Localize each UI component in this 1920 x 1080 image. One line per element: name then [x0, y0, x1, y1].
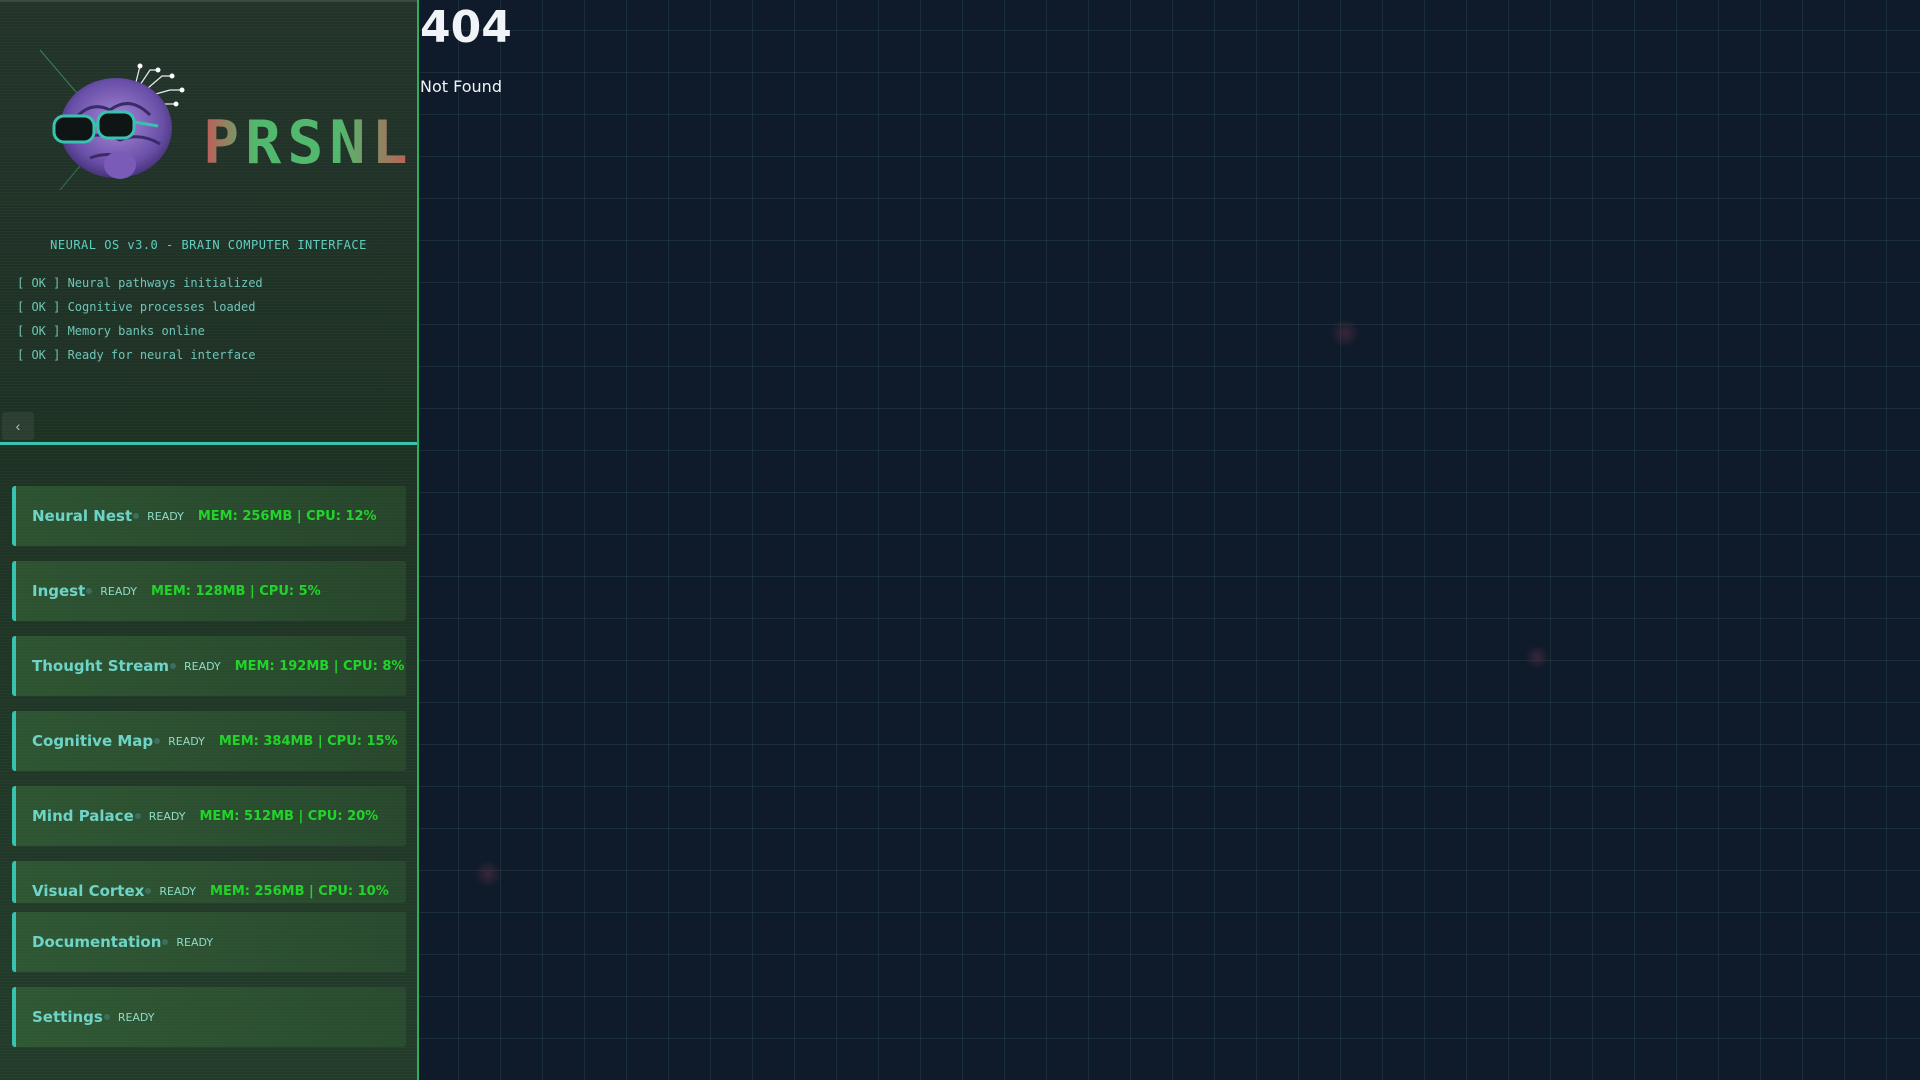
sidebar: PRSNL NEURAL OS v3.0 - BRAIN COMPUTER IN… — [0, 0, 419, 1080]
logo-text: PRSNL — [203, 108, 414, 178]
boot-log-line: [ OK ] Cognitive processes loaded — [17, 300, 256, 314]
status-dot-icon — [103, 1014, 110, 1020]
status-text: READY — [100, 584, 137, 598]
status-dot-icon — [162, 939, 169, 945]
status-dot-icon — [86, 588, 93, 594]
status-dot-icon — [145, 888, 152, 894]
status-text: READY — [159, 884, 197, 898]
background-orb — [474, 860, 502, 888]
sidebar-item-label: Thought Stream — [32, 657, 169, 675]
boot-log: [ OK ] Neural pathways initialized [ OK … — [17, 275, 263, 371]
main-content: 404 Not Found — [419, 0, 1920, 1080]
sidebar-item-settings[interactable]: Settings READY — [12, 987, 406, 1047]
sidebar-item-label: Neural Nest — [32, 507, 133, 525]
status-text: READY — [168, 734, 205, 748]
sidebar-item-documentation[interactable]: Documentation READY — [12, 912, 406, 972]
sidebar-item-visual-cortex[interactable]: Visual Cortex READY MEM: 256MB | CPU: 10… — [12, 861, 406, 903]
error-code: 404 — [420, 2, 512, 53]
sidebar-item-ingest[interactable]: Ingest READY MEM: 128MB | CPU: 5% — [12, 561, 406, 621]
collapse-sidebar-button[interactable]: ‹ — [2, 412, 34, 440]
system-title: NEURAL OS v3.0 - BRAIN COMPUTER INTERFAC… — [50, 238, 367, 252]
sidebar-item-label: Cognitive Map — [32, 732, 154, 750]
resource-metrics: MEM: 192MB | CPU: 8% — [234, 658, 405, 674]
resource-metrics: MEM: 384MB | CPU: 15% — [218, 733, 398, 749]
status-dot-icon — [133, 513, 140, 519]
top-rule — [0, 0, 417, 2]
status-text: READY — [148, 809, 186, 823]
resource-metrics: MEM: 256MB | CPU: 10% — [210, 883, 389, 899]
status-text: READY — [184, 659, 221, 673]
resource-metrics: MEM: 256MB | CPU: 12% — [197, 508, 377, 524]
sidebar-item-label: Mind Palace — [32, 807, 134, 825]
status-text: READY — [176, 935, 214, 949]
sidebar-item-label: Ingest — [32, 582, 86, 600]
sidebar-item-neural-nest[interactable]: Neural Nest READY MEM: 256MB | CPU: 12% — [12, 486, 406, 546]
status-dot-icon — [170, 663, 176, 669]
background-orb — [1525, 645, 1549, 669]
logo: PRSNL — [40, 40, 408, 200]
background-orb — [1330, 318, 1360, 348]
header-divider — [0, 442, 417, 445]
sidebar-item-label: Settings — [32, 1008, 103, 1026]
boot-log-line: [ OK ] Neural pathways initialized — [17, 276, 263, 290]
resource-metrics: MEM: 128MB | CPU: 5% — [151, 583, 321, 599]
brain-mascot-icon — [40, 49, 185, 190]
sidebar-item-mind-palace[interactable]: Mind Palace READY MEM: 512MB | CPU: 20% — [12, 786, 406, 846]
boot-log-line: [ OK ] Ready for neural interface — [17, 348, 256, 362]
chevron-left-icon: ‹ — [15, 418, 21, 434]
sidebar-item-label: Documentation — [32, 933, 162, 951]
sidebar-item-cognitive-map[interactable]: Cognitive Map READY MEM: 384MB | CPU: 15… — [12, 711, 406, 771]
status-dot-icon — [154, 738, 161, 744]
status-dot-icon — [134, 813, 141, 819]
error-message: Not Found — [420, 77, 502, 96]
resource-metrics: MEM: 512MB | CPU: 20% — [199, 808, 379, 824]
status-text: READY — [117, 1010, 155, 1024]
sidebar-header: PRSNL NEURAL OS v3.0 - BRAIN COMPUTER IN… — [0, 0, 417, 442]
sidebar-item-thought-stream[interactable]: Thought Stream READY MEM: 192MB | CPU: 8… — [12, 636, 406, 696]
status-text: READY — [147, 509, 184, 523]
boot-log-line: [ OK ] Memory banks online — [17, 324, 205, 338]
sidebar-item-label: Visual Cortex — [32, 882, 145, 900]
